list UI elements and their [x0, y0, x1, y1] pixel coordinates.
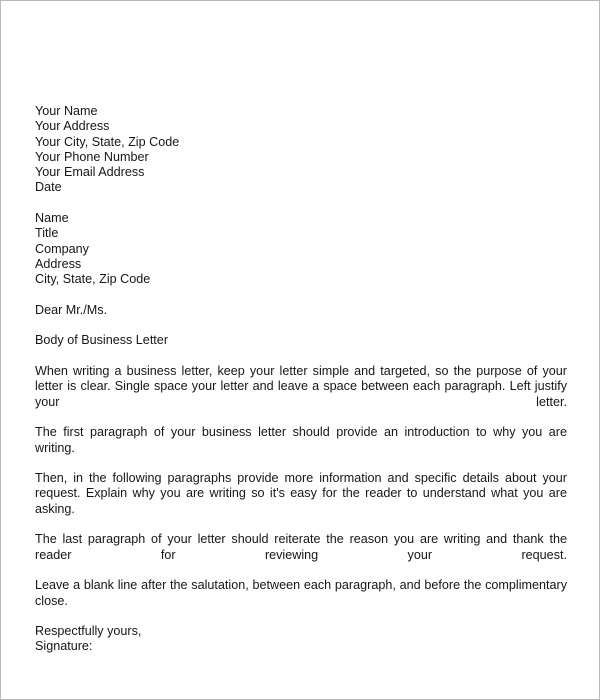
recipient-line: Company: [35, 241, 89, 256]
recipient-line: Name: [35, 211, 69, 226]
recipient-address-block: Name Title Company Address City, State, …: [35, 211, 567, 287]
recipient-line: City, State, Zip Code: [35, 272, 151, 287]
body-copy: When writing a business letter, keep you…: [35, 364, 567, 609]
recipient-line: Address: [35, 256, 82, 271]
sender-line: Your Email Address: [35, 165, 145, 180]
letter-content: Your Name Your Address Your City, State,…: [35, 104, 567, 655]
letter-page: Your Name Your Address Your City, State,…: [0, 0, 600, 700]
body-paragraph: The last paragraph of your letter should…: [35, 532, 567, 562]
salutation-line: Dear Mr./Ms.: [35, 302, 108, 317]
body-paragraph: The first paragraph of your business let…: [35, 425, 567, 455]
sender-line: Your City, State, Zip Code: [35, 134, 180, 149]
body-paragraph: Then, in the following paragraphs provid…: [35, 471, 567, 516]
body-heading: Body of Business Letter: [35, 333, 567, 348]
salutation: Dear Mr./Ms.: [35, 303, 567, 318]
sender-line: Your Name: [35, 104, 98, 118]
sender-line: Your Phone Number: [35, 149, 149, 164]
closing-block: Respectfully yours, Signature:: [35, 624, 567, 655]
sender-line: Your Address: [35, 119, 110, 134]
body-paragraph: When writing a business letter, keep you…: [35, 364, 567, 409]
complimentary-close: Respectfully yours,: [35, 624, 142, 639]
sender-address-block: Your Name Your Address Your City, State,…: [35, 104, 567, 196]
sender-date-line: Date: [35, 180, 62, 195]
recipient-line: Title: [35, 226, 59, 241]
signature-label: Signature:: [35, 639, 93, 654]
body-paragraph: Leave a blank line after the salutation,…: [35, 578, 567, 608]
body-heading-line: Body of Business Letter: [35, 333, 169, 348]
